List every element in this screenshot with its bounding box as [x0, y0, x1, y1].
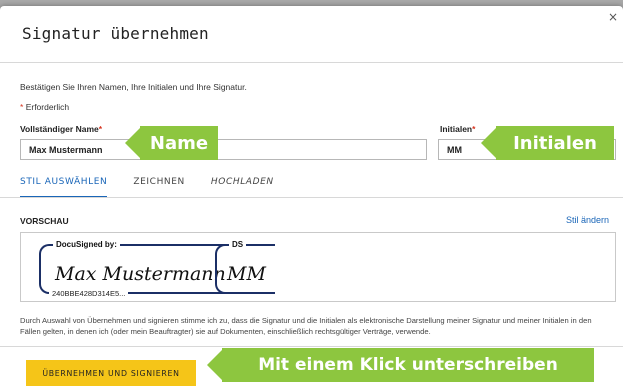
initials-callout: Initialen [481, 126, 614, 160]
signature-script: Max Mustermann [55, 263, 226, 285]
preview-label: VORSCHAU [20, 216, 69, 226]
close-icon[interactable]: × [608, 10, 618, 24]
required-marker: * [20, 102, 24, 112]
adopt-signature-dialog: Signatur übernehmen × Bestätigen Sie Ihr… [0, 6, 623, 392]
header-divider [0, 62, 623, 63]
full-name-input[interactable]: Max Mustermann [20, 139, 427, 160]
initials-label: Initialen* [440, 124, 475, 134]
signature-preview: DocuSigned by: Max Mustermann 240BBE428D… [20, 232, 616, 302]
change-style-link[interactable]: Stil ändern [566, 215, 609, 225]
required-marker: * [98, 124, 103, 134]
required-note-label: Erforderlich [25, 102, 70, 112]
required-marker: * [472, 124, 476, 134]
full-name-label-text: Vollständiger Name [20, 124, 99, 134]
tab-select-style[interactable]: STIL AUSWÄHLEN [20, 177, 108, 198]
initials-label-text: Initialen [440, 124, 473, 134]
tab-draw[interactable]: ZEICHNEN [133, 177, 185, 198]
adopt-and-sign-button[interactable]: ÜBERNEHMEN UND SIGNIEREN [26, 360, 196, 386]
initials-header: DS [229, 240, 247, 249]
dialog-title: Signatur übernehmen [22, 24, 209, 43]
signature-header: DocuSigned by: [53, 240, 120, 249]
one-click-callout: Mit einem Klick unterschreiben [207, 348, 594, 382]
initials-stamp: DS MM [215, 240, 275, 294]
signature-style-tabs: STIL AUSWÄHLEN ZEICHNEN HOCHLADEN [20, 177, 274, 198]
initials-script: MM [227, 263, 266, 285]
instruction-text: Bestätigen Sie Ihren Namen, Ihre Initial… [20, 82, 247, 92]
name-callout: Name [125, 126, 218, 160]
signature-stamp: DocuSigned by: Max Mustermann 240BBE428D… [39, 240, 229, 298]
full-name-label: Vollständiger Name* [20, 124, 102, 134]
required-note: * Erforderlich [20, 102, 69, 112]
tab-upload[interactable]: HOCHLADEN [211, 177, 274, 198]
signature-id: 240BBE428D314E5... [49, 289, 129, 298]
tabs-divider [0, 197, 623, 198]
footer-divider [0, 346, 623, 347]
consent-text: Durch Auswahl von Übernehmen und signier… [20, 316, 592, 336]
